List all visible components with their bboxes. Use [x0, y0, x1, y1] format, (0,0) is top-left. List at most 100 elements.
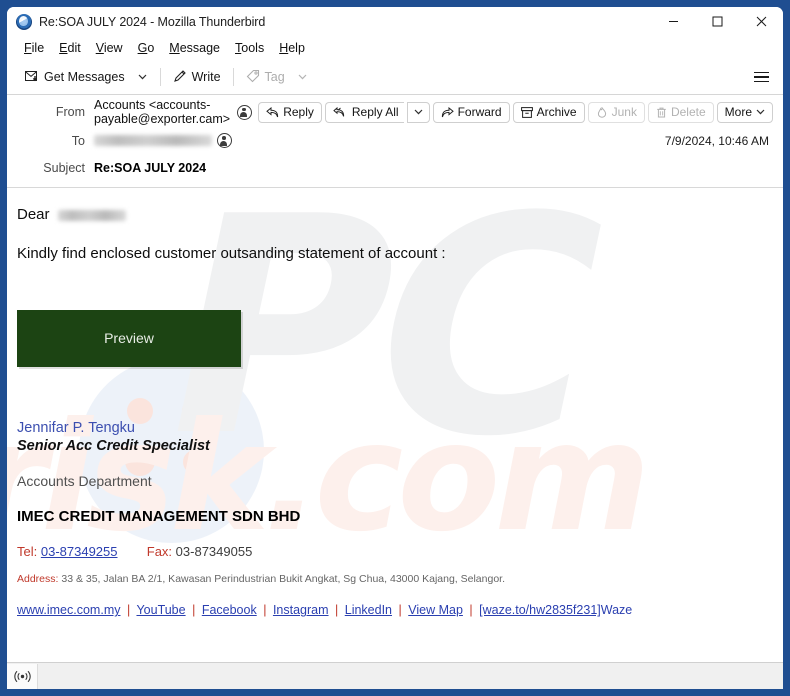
signature-address-row: Address: 33 & 35, Jalan BA 2/1, Kawasan …	[17, 573, 767, 585]
link-website[interactable]: www.imec.com.my	[17, 603, 120, 617]
delete-button[interactable]: Delete	[647, 101, 714, 123]
signature-contact-row: Tel: 03-87349255 Fax: 03-87349055	[17, 544, 767, 559]
junk-button[interactable]: Junk	[587, 101, 645, 123]
signature-title: Senior Acc Credit Specialist	[17, 437, 210, 454]
from-value: Accounts <accounts-payable@exporter.cam>	[94, 98, 253, 126]
delete-label: Delete	[670, 105, 706, 119]
from-address: Accounts <accounts-payable@exporter.cam>	[94, 98, 231, 126]
preview-button[interactable]: Preview	[17, 309, 241, 367]
forward-label: Forward	[457, 105, 502, 119]
avatar	[237, 104, 253, 120]
reply-all-button[interactable]: Reply All	[324, 101, 404, 123]
fax-value: 03-87349055	[175, 544, 253, 560]
menu-item-view[interactable]: View	[89, 39, 130, 57]
title-bar: Re:SOA JULY 2024 - Mozilla Thunderbird	[7, 7, 783, 36]
link-separator: |	[469, 603, 473, 618]
fax-label: Fax:	[146, 544, 173, 560]
link-separator: |	[398, 603, 402, 618]
subject-row: Subject Re:SOA JULY 2024	[7, 154, 783, 181]
message-header: From Accounts <accounts-payable@exporter…	[7, 95, 783, 188]
archive-icon	[520, 106, 533, 118]
main-toolbar: Get Messages Write Tag	[7, 60, 783, 95]
menu-item-message[interactable]: Message	[162, 39, 227, 57]
link-waze-url[interactable]: [waze.to/hw2835f231]	[479, 603, 601, 617]
minimize-icon[interactable]	[651, 7, 695, 36]
avatar-recipient	[217, 133, 232, 148]
reply-all-dropdown[interactable]	[406, 101, 430, 123]
trash-icon	[657, 107, 666, 117]
forward-button[interactable]: Forward	[432, 101, 510, 123]
get-messages-label: Get Messages	[44, 70, 125, 84]
toolbar-divider	[159, 68, 161, 86]
junk-label: Junk	[611, 105, 637, 119]
tag-button[interactable]: Tag	[240, 66, 291, 89]
address-value: 33 & 35, Jalan BA 2/1, Kawasan Perindust…	[61, 573, 505, 586]
reply-label: Reply	[283, 105, 314, 119]
tag-icon	[246, 69, 260, 86]
more-label: More	[724, 105, 752, 119]
message-body: PC risk.com Dear Kindly find enclosed cu…	[7, 188, 783, 662]
link-view-map[interactable]: View Map	[408, 603, 463, 617]
reply-icon	[266, 106, 279, 117]
message-date: 7/9/2024, 10:46 AM	[664, 133, 769, 148]
reply-all-icon	[333, 106, 344, 117]
junk-icon	[597, 106, 606, 118]
link-instagram[interactable]: Instagram	[273, 603, 329, 617]
footer-links: www.imec.com.my | YouTube | Facebook | I…	[17, 603, 767, 617]
thunderbird-window: Re:SOA JULY 2024 - Mozilla Thunderbird F…	[7, 7, 783, 689]
greeting-text: Dear	[17, 206, 50, 223]
tel-label: Tel:	[17, 544, 38, 560]
address-label: Address:	[17, 573, 59, 586]
from-row: From Accounts <accounts-payable@exporter…	[7, 97, 783, 127]
message-actions: Reply Reply All Forward Archive Junk Del…	[258, 101, 773, 123]
archive-label: Archive	[536, 105, 577, 119]
write-button[interactable]: Write	[167, 66, 227, 89]
reply-button[interactable]: Reply	[258, 101, 322, 123]
toolbar-divider-2	[232, 68, 234, 86]
thunderbird-icon	[16, 13, 32, 30]
tag-dropdown[interactable]	[291, 71, 314, 83]
chevron-down-icon	[756, 109, 765, 115]
to-label: To	[71, 133, 85, 148]
forward-icon	[441, 106, 454, 117]
menu-item-edit[interactable]: Edit	[52, 39, 88, 57]
from-label: From	[55, 105, 85, 119]
close-icon[interactable]	[739, 7, 783, 36]
preview-button-label: Preview	[104, 330, 154, 346]
link-facebook[interactable]: Facebook	[202, 603, 257, 617]
maximize-icon[interactable]	[695, 7, 739, 36]
greeting-line: Dear	[17, 206, 767, 225]
menu-bar: File Edit View Go Message Tools Help	[7, 36, 783, 60]
subject-label: Subject	[43, 160, 85, 175]
subject-value: Re:SOA JULY 2024	[94, 160, 207, 175]
get-messages-button[interactable]: Get Messages	[19, 66, 131, 89]
menu-item-file[interactable]: File	[17, 39, 51, 57]
to-row: To 7/9/2024, 10:46 AM	[7, 127, 783, 154]
get-messages-dropdown[interactable]	[131, 71, 154, 83]
email-content: Dear Kindly find enclosed customer outsa…	[7, 188, 783, 617]
window-title: Re:SOA JULY 2024 - Mozilla Thunderbird	[39, 14, 266, 29]
link-separator: |	[192, 603, 196, 618]
signature-block: Jennifar P. Tengku Senior Acc Credit Spe…	[17, 419, 767, 618]
menu-item-tools[interactable]: Tools	[228, 39, 271, 57]
to-value	[94, 133, 232, 148]
signature-company: IMEC CREDIT MANAGEMENT SDN BHD	[17, 508, 301, 526]
status-bar	[7, 662, 783, 689]
link-separator: |	[335, 603, 339, 618]
menu-item-help[interactable]: Help	[272, 39, 312, 57]
greeting-name-redacted	[57, 209, 126, 221]
broadcast-icon[interactable]	[7, 663, 38, 689]
tag-label: Tag	[264, 70, 285, 84]
menu-item-go[interactable]: Go	[131, 39, 162, 57]
signature-name: Jennifar P. Tengku	[17, 419, 135, 436]
link-linkedin[interactable]: LinkedIn	[345, 603, 392, 617]
link-separator: |	[126, 603, 131, 618]
archive-button[interactable]: Archive	[512, 101, 585, 123]
more-button[interactable]: More	[716, 101, 773, 123]
link-youtube[interactable]: YouTube	[136, 603, 185, 617]
to-address-redacted	[94, 135, 212, 146]
tel-link[interactable]: 03-87349255	[41, 544, 118, 559]
hamburger-icon[interactable]	[750, 67, 773, 88]
write-label: Write	[191, 70, 221, 84]
link-separator: |	[263, 603, 267, 618]
